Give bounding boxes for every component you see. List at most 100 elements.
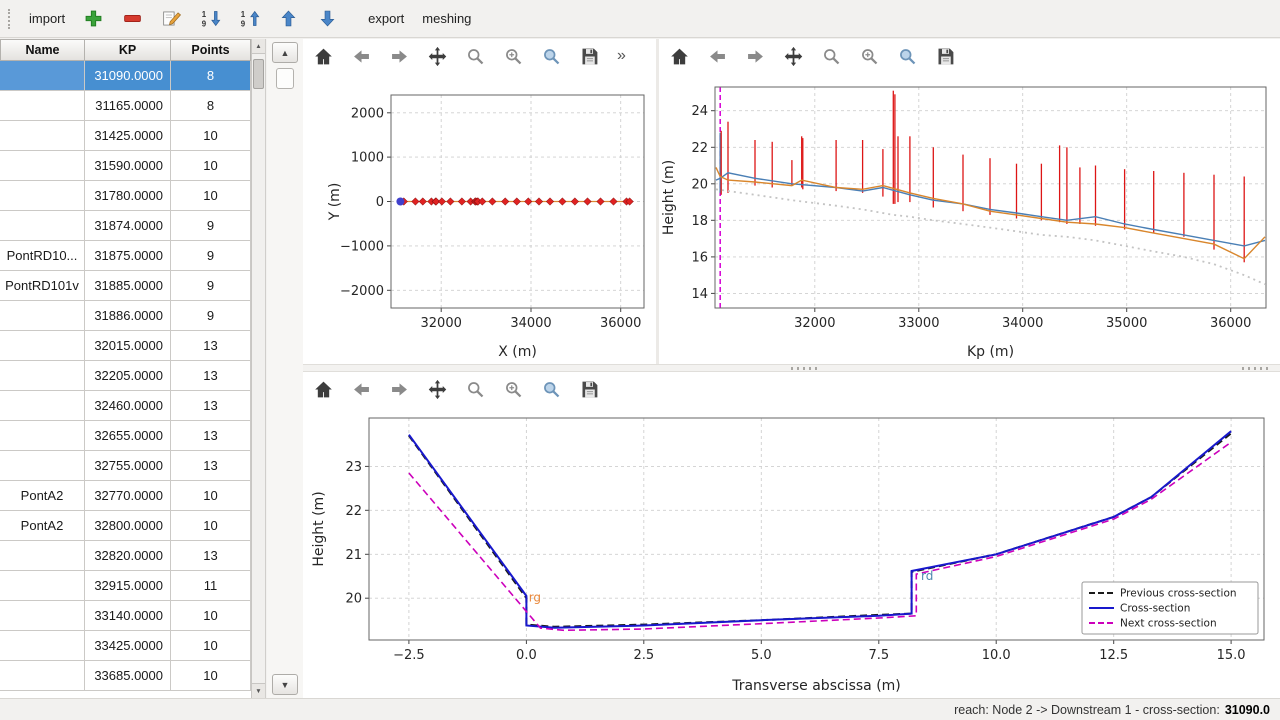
cell-points[interactable]: 10 <box>171 511 251 541</box>
cell-name[interactable] <box>0 391 85 421</box>
customize-button[interactable] <box>539 43 563 69</box>
table-row[interactable]: PontRD101v31885.00009 <box>0 271 251 301</box>
move-down-button[interactable] <box>309 4 346 33</box>
cell-points[interactable]: 13 <box>171 421 251 451</box>
cell-name[interactable] <box>0 661 85 691</box>
cell-name[interactable]: PontRD101v <box>0 271 85 301</box>
cell-name[interactable]: PontRD10... <box>0 241 85 271</box>
cell-kp[interactable]: 32915.0000 <box>85 571 171 601</box>
cell-name[interactable] <box>0 451 85 481</box>
cell-kp[interactable]: 31590.0000 <box>85 151 171 181</box>
zoom-button[interactable] <box>463 376 487 402</box>
cell-kp[interactable]: 31875.0000 <box>85 241 171 271</box>
customize-button[interactable] <box>539 376 563 402</box>
table-row[interactable]: 32015.000013 <box>0 331 251 361</box>
table-row[interactable]: 32205.000013 <box>0 361 251 391</box>
sort-descending-button[interactable]: 19 <box>192 4 229 33</box>
table-row[interactable]: 31090.00008 <box>0 61 251 91</box>
cell-points[interactable]: 10 <box>171 481 251 511</box>
cell-kp[interactable]: 32770.0000 <box>85 481 171 511</box>
table-scrollbar[interactable]: ▲ ▼ <box>251 39 265 698</box>
cell-name[interactable] <box>0 541 85 571</box>
table-row[interactable]: 32655.000013 <box>0 421 251 451</box>
cell-kp[interactable]: 32655.0000 <box>85 421 171 451</box>
edit-cross-section-button[interactable] <box>153 4 190 33</box>
cell-name[interactable] <box>0 151 85 181</box>
customize-button[interactable] <box>895 43 919 69</box>
forward-button[interactable] <box>387 43 411 69</box>
cell-name[interactable] <box>0 301 85 331</box>
cell-name[interactable] <box>0 571 85 601</box>
table-row[interactable]: PontRD10...31875.00009 <box>0 241 251 271</box>
subplots-button[interactable] <box>857 43 881 69</box>
cell-name[interactable] <box>0 211 85 241</box>
scrollbar-thumb[interactable] <box>253 59 264 89</box>
cell-kp[interactable]: 31874.0000 <box>85 211 171 241</box>
cell-points[interactable]: 11 <box>171 571 251 601</box>
cell-points[interactable]: 9 <box>171 271 251 301</box>
pane-scroll-up-button[interactable]: ▲ <box>272 42 298 63</box>
zoom-button[interactable] <box>463 43 487 69</box>
long-profile-chart[interactable]: 3200033000340003500036000141618202224Kp … <box>659 73 1280 367</box>
table-row[interactable]: 31874.00009 <box>0 211 251 241</box>
cell-kp[interactable]: 32015.0000 <box>85 331 171 361</box>
cell-points[interactable]: 10 <box>171 181 251 211</box>
move-up-button[interactable] <box>270 4 307 33</box>
column-header-kp[interactable]: KP <box>85 39 171 61</box>
subplots-button[interactable] <box>501 376 525 402</box>
cell-points[interactable]: 10 <box>171 121 251 151</box>
scrollbar-down-arrow-icon[interactable]: ▼ <box>252 683 265 698</box>
cell-name[interactable] <box>0 601 85 631</box>
table-row[interactable]: 33685.000010 <box>0 661 251 691</box>
cell-kp[interactable]: 31780.0000 <box>85 181 171 211</box>
cell-points[interactable]: 9 <box>171 241 251 271</box>
cell-points[interactable]: 8 <box>171 61 251 91</box>
cell-kp[interactable]: 33425.0000 <box>85 631 171 661</box>
cell-kp[interactable]: 32820.0000 <box>85 541 171 571</box>
cell-name[interactable]: PontA2 <box>0 511 85 541</box>
table-row[interactable]: 32755.000013 <box>0 451 251 481</box>
back-button[interactable] <box>705 43 729 69</box>
zoom-button[interactable] <box>819 43 843 69</box>
cell-kp[interactable]: 31886.0000 <box>85 301 171 331</box>
scrollbar-up-arrow-icon[interactable]: ▲ <box>252 39 265 54</box>
toolbar-drag-handle[interactable] <box>8 9 12 29</box>
forward-button[interactable] <box>387 376 411 402</box>
cell-kp[interactable]: 31090.0000 <box>85 61 171 91</box>
cell-points[interactable]: 10 <box>171 151 251 181</box>
cell-points[interactable]: 9 <box>171 211 251 241</box>
cell-name[interactable] <box>0 631 85 661</box>
column-header-points[interactable]: Points <box>171 39 251 61</box>
subplots-button[interactable] <box>501 43 525 69</box>
back-button[interactable] <box>349 43 373 69</box>
cell-kp[interactable]: 31165.0000 <box>85 91 171 121</box>
table-row[interactable]: 32820.000013 <box>0 541 251 571</box>
column-header-name[interactable]: Name <box>0 39 85 61</box>
cell-kp[interactable]: 33685.0000 <box>85 661 171 691</box>
cell-name[interactable] <box>0 91 85 121</box>
cell-kp[interactable]: 32755.0000 <box>85 451 171 481</box>
toolbar-overflow-chevron[interactable]: » <box>617 47 626 65</box>
table-row[interactable]: PontA232770.000010 <box>0 481 251 511</box>
table-row[interactable]: 31886.00009 <box>0 301 251 331</box>
cell-name[interactable]: PontA2 <box>0 481 85 511</box>
cell-kp[interactable]: 31425.0000 <box>85 121 171 151</box>
cell-points[interactable]: 8 <box>171 91 251 121</box>
remove-cross-section-button[interactable] <box>114 4 151 33</box>
cell-kp[interactable]: 33140.0000 <box>85 601 171 631</box>
sort-ascending-button[interactable]: 19 <box>231 4 268 33</box>
cell-points[interactable]: 13 <box>171 331 251 361</box>
table-row[interactable]: 31425.000010 <box>0 121 251 151</box>
cell-points[interactable]: 10 <box>171 631 251 661</box>
plan-view-chart[interactable]: 320003400036000−2000−1000010002000X (m)Y… <box>303 73 656 367</box>
import-button[interactable]: import <box>21 7 73 30</box>
table-row[interactable]: 33425.000010 <box>0 631 251 661</box>
cell-name[interactable] <box>0 121 85 151</box>
cell-name[interactable] <box>0 421 85 451</box>
home-button[interactable] <box>311 43 335 69</box>
table-row[interactable]: PontA232800.000010 <box>0 511 251 541</box>
table-row[interactable]: 31165.00008 <box>0 91 251 121</box>
cell-points[interactable]: 9 <box>171 301 251 331</box>
export-button[interactable]: export <box>360 7 412 30</box>
cell-name[interactable] <box>0 331 85 361</box>
